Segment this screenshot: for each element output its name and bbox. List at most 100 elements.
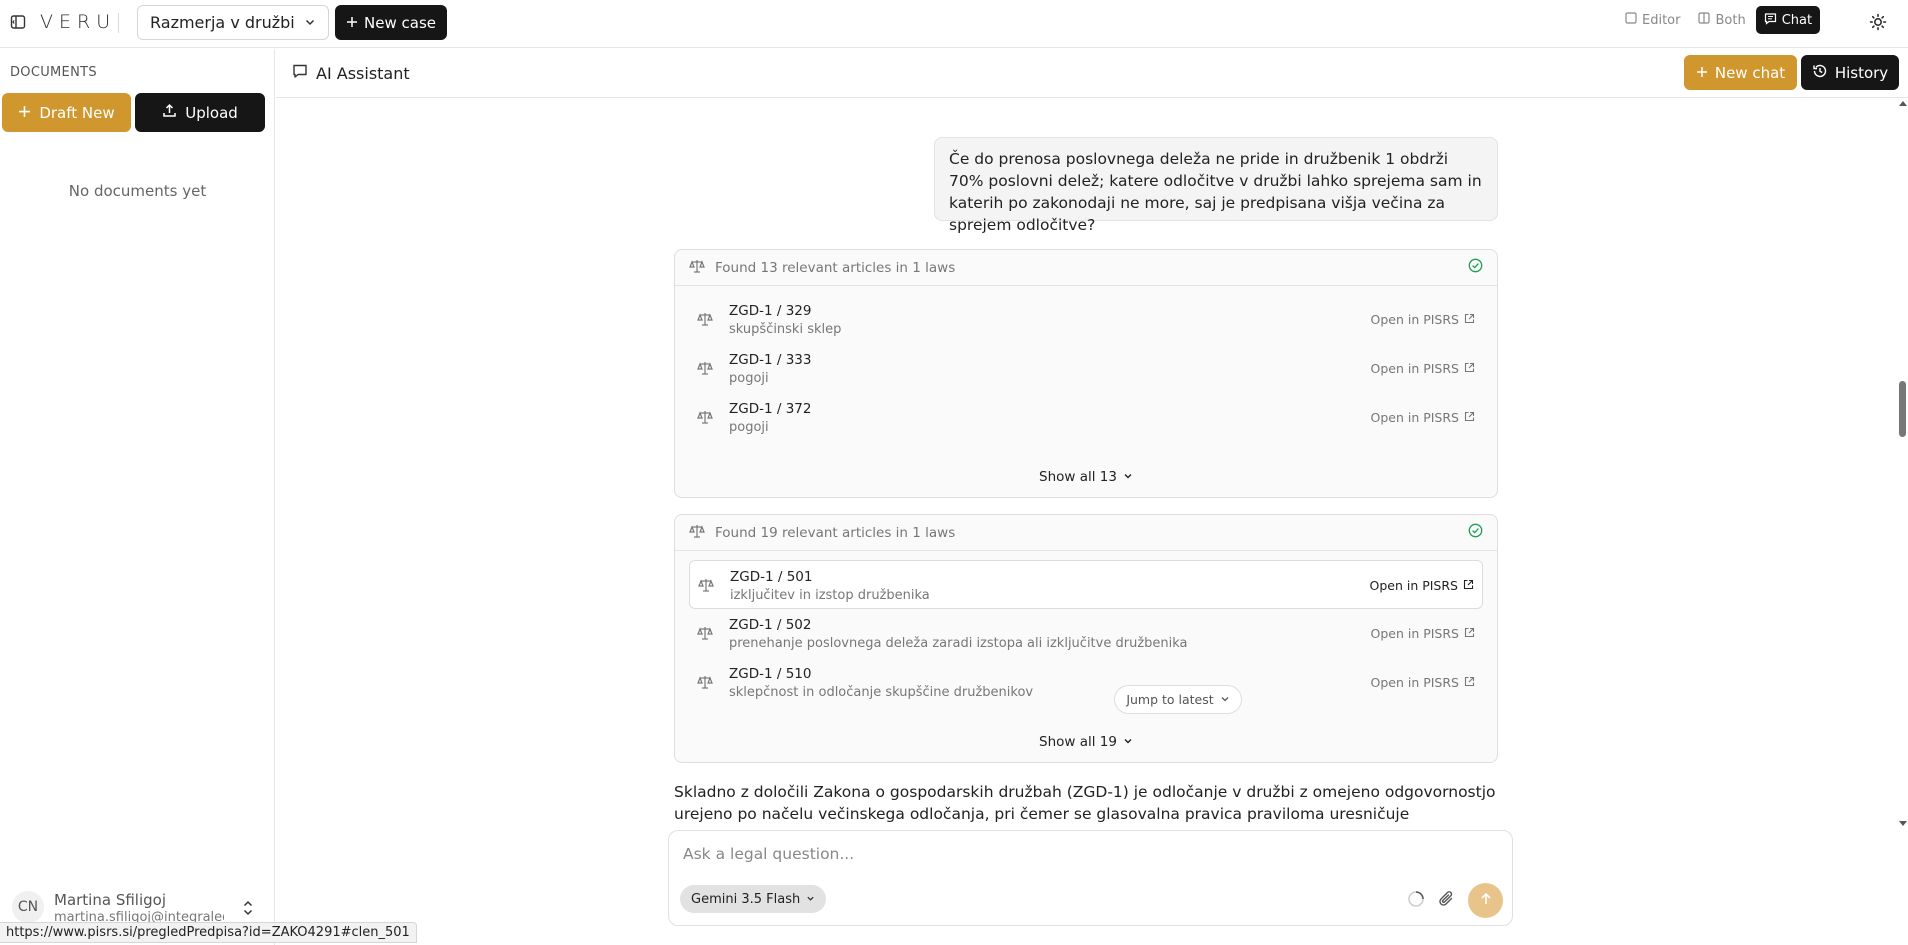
open-link-label: Open in PISRS [1370, 361, 1459, 376]
open-in-pisrs-link[interactable]: Open in PISRS [1370, 675, 1475, 690]
external-link-icon [1464, 410, 1475, 425]
scroll-up-arrow-icon[interactable] [1899, 101, 1907, 106]
external-link-icon [1464, 312, 1475, 327]
send-button[interactable] [1468, 883, 1503, 918]
open-link-label: Open in PISRS [1370, 312, 1459, 327]
law-search-results-card: Found 19 relevant articles in 1 laws ZGD… [674, 514, 1498, 763]
new-chat-button[interactable]: New chat [1684, 55, 1797, 90]
upload-icon [162, 103, 177, 122]
article-item[interactable]: ZGD-1 / 502 prenehanje poslovnega deleža… [689, 609, 1483, 658]
open-in-pisrs-link[interactable]: Open in PISRS [1370, 626, 1475, 641]
view-chat-label: Chat [1781, 12, 1813, 28]
view-both-button[interactable]: Both [1690, 6, 1753, 34]
view-chat-button[interactable]: Chat [1755, 6, 1821, 34]
scroll-down-arrow-icon[interactable] [1899, 821, 1907, 826]
article-item[interactable]: ZGD-1 / 501 izključitev in izstop družbe… [689, 560, 1483, 609]
history-button[interactable]: History [1801, 55, 1899, 90]
new-case-label: New case [364, 13, 436, 32]
search-results-summary: Found 19 relevant articles in 1 laws [675, 515, 1497, 551]
law-search-results-card: Found 13 relevant articles in 1 laws ZGD… [674, 249, 1498, 498]
scale-icon [698, 577, 716, 595]
model-select-value: Gemini 3.5 Flash [691, 891, 801, 907]
plus-icon [346, 14, 358, 32]
history-clock-icon [1812, 63, 1828, 83]
assistant-title: AI Assistant [292, 63, 410, 83]
chat-icon [1764, 12, 1777, 29]
article-subtitle: sklepčnost in odločanje skupščine družbe… [729, 685, 1034, 700]
chevron-down-icon [304, 13, 316, 32]
draft-new-button[interactable]: Draft New [2, 93, 131, 132]
view-mode-toggle: Editor Both Chat [1617, 5, 1821, 35]
sidebar-toggle-icon[interactable] [8, 12, 28, 32]
columns-icon [1698, 12, 1711, 28]
open-in-pisrs-link[interactable]: Open in PISRS [1370, 410, 1475, 425]
avatar: CN [12, 891, 44, 923]
loading-spinner-icon [1407, 890, 1425, 908]
article-item[interactable]: ZGD-1 / 329 skupščinski sklep Open in PI… [689, 295, 1483, 344]
article-subtitle: skupščinski sklep [729, 322, 842, 337]
chevron-up-down-icon [240, 898, 256, 918]
arrow-up-icon [1479, 892, 1493, 910]
upload-button[interactable]: Upload [135, 93, 265, 132]
scale-icon [689, 523, 705, 543]
chat-scrollbar[interactable] [1896, 98, 1908, 828]
article-subtitle: izključitev in izstop družbenika [730, 588, 930, 603]
attach-paperclip-icon[interactable] [1437, 889, 1457, 909]
open-link-label: Open in PISRS [1369, 578, 1458, 593]
open-link-label: Open in PISRS [1370, 675, 1459, 690]
chevron-down-icon [1123, 734, 1133, 750]
jump-label: Jump to latest [1126, 692, 1214, 707]
theme-toggle-sun-icon[interactable] [1867, 11, 1889, 33]
scale-icon [697, 311, 715, 329]
chat-thread[interactable]: Če do prenosa poslovnega deleža ne pride… [276, 98, 1896, 945]
chat-composer: Gemini 3.5 Flash [668, 830, 1513, 926]
scrollbar-thumb[interactable] [1899, 381, 1906, 437]
user-name: Martina Sfiligoj [54, 891, 166, 909]
article-title: ZGD-1 / 372 [729, 401, 812, 417]
check-circle-icon [1468, 523, 1483, 542]
app-logo: VERU [40, 11, 117, 33]
scale-icon [697, 409, 715, 427]
open-in-pisrs-link[interactable]: Open in PISRS [1370, 312, 1475, 327]
search-results-summary: Found 13 relevant articles in 1 laws [675, 250, 1497, 286]
show-all-label: Show all 19 [1039, 734, 1117, 750]
show-all-articles-button[interactable]: Show all 13 [675, 469, 1497, 485]
square-icon [1625, 12, 1637, 28]
article-subtitle: pogoji [729, 371, 769, 386]
open-in-pisrs-link[interactable]: Open in PISRS [1369, 578, 1474, 593]
jump-to-latest-button[interactable]: Jump to latest [1114, 685, 1242, 714]
case-select-value: Razmerja v družbi [150, 13, 295, 32]
message-square-icon [292, 63, 308, 83]
scale-icon [697, 674, 715, 692]
open-in-pisrs-link[interactable]: Open in PISRS [1370, 361, 1475, 376]
scale-icon [689, 258, 705, 278]
legal-question-input[interactable] [683, 841, 1483, 867]
check-circle-icon [1468, 258, 1483, 277]
plus-icon [1696, 64, 1708, 82]
divider [118, 13, 119, 33]
chevron-down-icon [1220, 692, 1230, 707]
sidebar-heading: DOCUMENTS [10, 65, 97, 80]
model-select[interactable]: Gemini 3.5 Flash [680, 885, 827, 913]
documents-sidebar: DOCUMENTS Draft New Upload No documents … [0, 49, 275, 945]
article-title: ZGD-1 / 502 [729, 617, 812, 633]
chevron-down-icon [1123, 469, 1133, 485]
article-item[interactable]: ZGD-1 / 333 pogoji Open in PISRS [689, 344, 1483, 393]
external-link-icon [1464, 626, 1475, 641]
external-link-icon [1464, 361, 1475, 376]
scale-icon [697, 360, 715, 378]
show-all-articles-button[interactable]: Show all 19 [675, 734, 1497, 750]
new-case-button[interactable]: New case [335, 5, 447, 40]
upload-label: Upload [185, 103, 238, 122]
article-item[interactable]: ZGD-1 / 372 pogoji Open in PISRS [689, 393, 1483, 442]
scale-icon [697, 625, 715, 643]
chevron-down-icon [806, 892, 815, 907]
article-item[interactable]: ZGD-1 / 510 sklepčnost in odločanje skup… [689, 658, 1483, 707]
article-title: ZGD-1 / 329 [729, 303, 812, 319]
external-link-icon [1463, 578, 1474, 593]
open-link-label: Open in PISRS [1370, 626, 1459, 641]
search-summary-text: Found 19 relevant articles in 1 laws [715, 524, 956, 541]
view-editor-button[interactable]: Editor [1617, 6, 1688, 34]
case-select[interactable]: Razmerja v družbi [137, 5, 329, 40]
article-title: ZGD-1 / 333 [729, 352, 812, 368]
